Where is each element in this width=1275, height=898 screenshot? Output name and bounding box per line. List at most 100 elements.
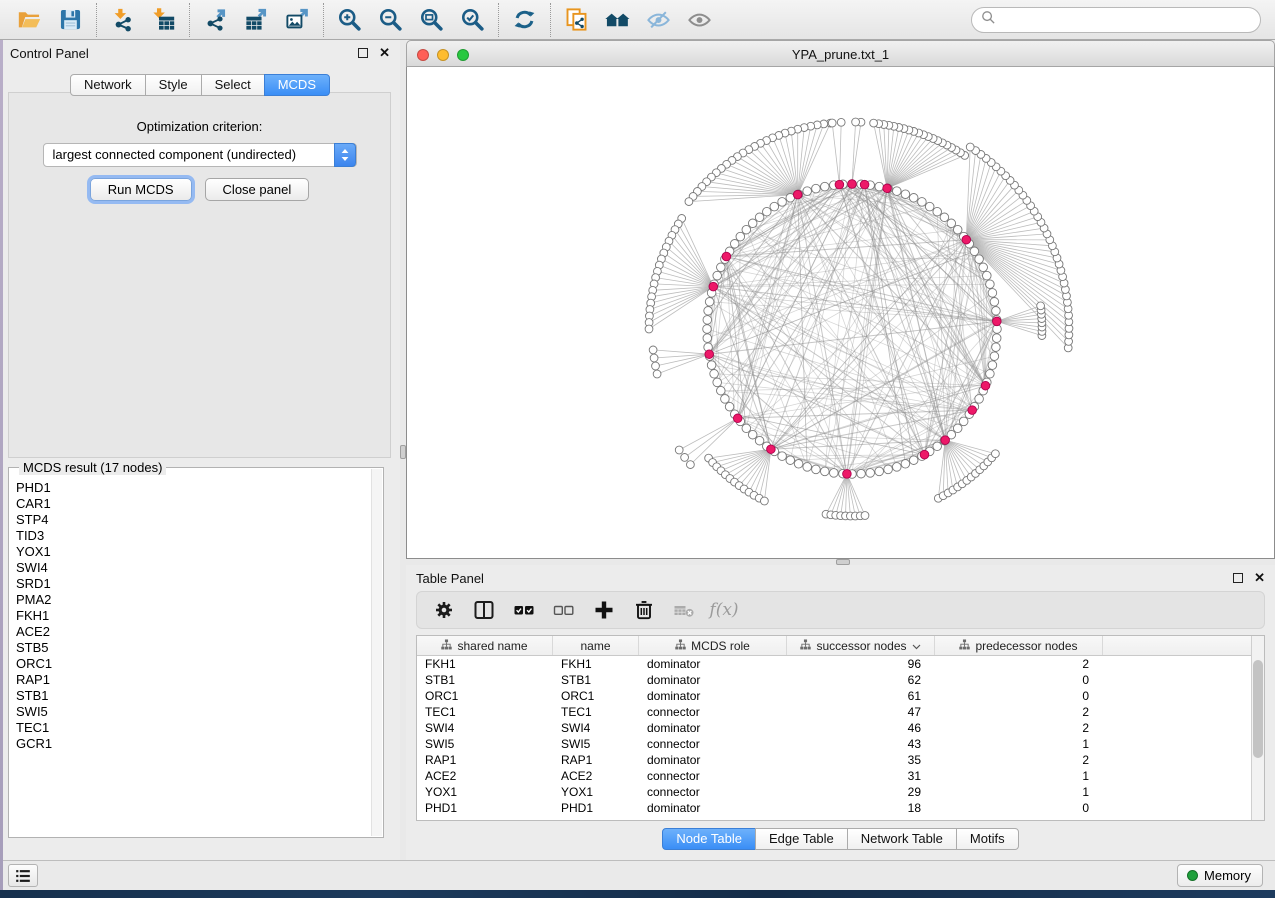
zoom-fit-button[interactable] [411, 4, 452, 36]
cell-successor-nodes[interactable]: 46 [787, 720, 935, 736]
tab-edge-table[interactable]: Edge Table [755, 828, 848, 850]
run-mcds-button[interactable]: Run MCDS [90, 178, 192, 201]
cell-successor-nodes[interactable]: 31 [787, 768, 935, 784]
cell-shared-name[interactable]: FKH1 [417, 656, 553, 672]
network-canvas[interactable] [406, 67, 1275, 559]
cell-successor-nodes[interactable]: 61 [787, 688, 935, 704]
cell-mcds-role[interactable]: connector [639, 736, 787, 752]
delete-column-icon[interactable] [631, 597, 657, 623]
chevron-down-icon[interactable] [912, 639, 921, 653]
save-session-button[interactable] [50, 4, 91, 36]
cell-predecessor-nodes[interactable]: 0 [935, 800, 1103, 816]
table-row[interactable]: SWI4SWI4dominator462 [417, 720, 1264, 736]
tab-style[interactable]: Style [145, 74, 202, 96]
mcds-result-item[interactable]: PMA2 [11, 592, 369, 608]
cell-shared-name[interactable]: YOX1 [417, 784, 553, 800]
search-box[interactable] [971, 7, 1261, 33]
cell-shared-name[interactable]: ORC1 [417, 688, 553, 704]
cell-shared-name[interactable]: STB1 [417, 672, 553, 688]
refresh-view-button[interactable] [504, 4, 545, 36]
cell-successor-nodes[interactable]: 29 [787, 784, 935, 800]
tab-node-table[interactable]: Node Table [662, 828, 756, 850]
table-row[interactable]: PHD1PHD1dominator180 [417, 800, 1264, 816]
cell-mcds-role[interactable]: dominator [639, 688, 787, 704]
select-all-check-icon[interactable] [511, 597, 537, 623]
column-header-mcds-role[interactable]: MCDS role [639, 636, 787, 655]
mcds-result-item[interactable]: STP4 [11, 512, 369, 528]
cell-name[interactable]: YOX1 [553, 784, 639, 800]
mcds-result-item[interactable]: SWI4 [11, 560, 369, 576]
cell-name[interactable]: TEC1 [553, 704, 639, 720]
float-table-panel-icon[interactable] [1233, 573, 1243, 583]
import-table-button[interactable] [143, 4, 184, 36]
table-row[interactable]: STB1STB1dominator620 [417, 672, 1264, 688]
cell-predecessor-nodes[interactable]: 2 [935, 752, 1103, 768]
column-header-shared-name[interactable]: shared name [417, 636, 553, 655]
cell-successor-nodes[interactable]: 35 [787, 752, 935, 768]
export-image-button[interactable] [277, 4, 318, 36]
cell-mcds-role[interactable]: dominator [639, 720, 787, 736]
tab-motifs[interactable]: Motifs [956, 828, 1019, 850]
cell-predecessor-nodes[interactable]: 0 [935, 688, 1103, 704]
mcds-result-item[interactable]: STB5 [11, 640, 369, 656]
table-row[interactable]: YOX1YOX1connector291 [417, 784, 1264, 800]
table-scrollbar[interactable] [1251, 636, 1264, 820]
column-header-predecessor-nodes[interactable]: predecessor nodes [935, 636, 1103, 655]
delete-table-icon[interactable] [671, 597, 697, 623]
cell-shared-name[interactable]: ACE2 [417, 768, 553, 784]
table-settings-icon[interactable] [431, 597, 457, 623]
cell-predecessor-nodes[interactable]: 1 [935, 768, 1103, 784]
cell-predecessor-nodes[interactable]: 2 [935, 656, 1103, 672]
tab-network-table[interactable]: Network Table [847, 828, 957, 850]
mcds-result-item[interactable]: CAR1 [11, 496, 369, 512]
table-row[interactable]: ORC1ORC1dominator610 [417, 688, 1264, 704]
cell-shared-name[interactable]: TEC1 [417, 704, 553, 720]
export-table-button[interactable] [236, 4, 277, 36]
cell-name[interactable]: ACE2 [553, 768, 639, 784]
mcds-result-item[interactable]: SWI5 [11, 704, 369, 720]
cell-mcds-role[interactable]: connector [639, 768, 787, 784]
cell-successor-nodes[interactable]: 96 [787, 656, 935, 672]
scrollbar-thumb[interactable] [1253, 660, 1263, 758]
cell-shared-name[interactable]: SWI5 [417, 736, 553, 752]
open-file-button[interactable] [9, 4, 50, 36]
table-row[interactable]: SWI5SWI5connector431 [417, 736, 1264, 752]
mcds-result-item[interactable]: TID3 [11, 528, 369, 544]
cell-successor-nodes[interactable]: 18 [787, 800, 935, 816]
mcds-result-item[interactable]: ORC1 [11, 656, 369, 672]
cell-name[interactable]: STB1 [553, 672, 639, 688]
cell-mcds-role[interactable]: dominator [639, 672, 787, 688]
mcds-result-item[interactable]: ACE2 [11, 624, 369, 640]
mcds-result-item[interactable]: TEC1 [11, 720, 369, 736]
cell-mcds-role[interactable]: connector [639, 704, 787, 720]
tab-select[interactable]: Select [201, 74, 265, 96]
cell-name[interactable]: PHD1 [553, 800, 639, 816]
tab-network[interactable]: Network [70, 74, 146, 96]
cell-name[interactable]: SWI5 [553, 736, 639, 752]
search-input[interactable] [1001, 13, 1260, 28]
show-columns-icon[interactable] [471, 597, 497, 623]
cell-name[interactable]: FKH1 [553, 656, 639, 672]
table-row[interactable]: ACE2ACE2connector311 [417, 768, 1264, 784]
mcds-result-item[interactable]: SRD1 [11, 576, 369, 592]
cell-mcds-role[interactable]: dominator [639, 752, 787, 768]
cell-shared-name[interactable]: SWI4 [417, 720, 553, 736]
cell-predecessor-nodes[interactable]: 2 [935, 720, 1103, 736]
cell-name[interactable]: SWI4 [553, 720, 639, 736]
cell-successor-nodes[interactable]: 62 [787, 672, 935, 688]
zoom-in-button[interactable] [329, 4, 370, 36]
cell-predecessor-nodes[interactable]: 2 [935, 704, 1103, 720]
memory-button[interactable]: Memory [1177, 864, 1263, 887]
close-mcds-panel-button[interactable]: Close panel [205, 178, 310, 201]
mcds-result-item[interactable]: YOX1 [11, 544, 369, 560]
apply-function-button[interactable]: f(x) [711, 597, 737, 623]
cell-shared-name[interactable]: RAP1 [417, 752, 553, 768]
zoom-out-button[interactable] [370, 4, 411, 36]
column-header-successor-nodes[interactable]: successor nodes [787, 636, 935, 655]
cell-predecessor-nodes[interactable]: 1 [935, 736, 1103, 752]
mcds-result-item[interactable]: PHD1 [11, 480, 369, 496]
mcds-result-item[interactable]: GCR1 [11, 736, 369, 752]
add-column-icon[interactable] [591, 597, 617, 623]
mcds-result-item[interactable]: STB1 [11, 688, 369, 704]
criterion-select[interactable]: largest connected component (undirected) [43, 143, 357, 167]
